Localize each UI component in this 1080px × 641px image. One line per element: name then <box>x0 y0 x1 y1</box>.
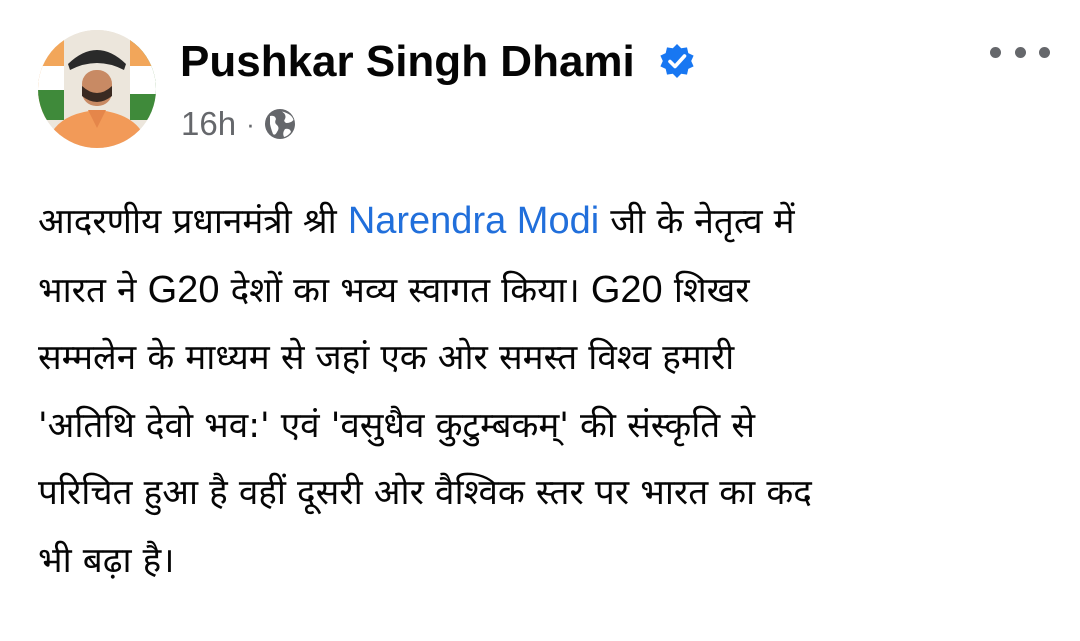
post-text-line: 'अतिथि देवो भव:' एवं 'वसुधैव कुटुम्बकम्'… <box>38 405 756 446</box>
post-timestamp[interactable]: 16h <box>181 105 236 143</box>
post-text: आदरणीय प्रधानमंत्री श्री Narendra Modi ज… <box>38 188 1048 595</box>
post-text-segment: G20 <box>147 268 220 311</box>
post-text-segment: G20 <box>590 268 663 311</box>
meta-separator: · <box>246 108 255 139</box>
post-text-segment: भारत ने <box>38 270 148 311</box>
post-text-line: परिचित हुआ है वहीं दूसरी ओर वैश्विक स्तर… <box>38 473 812 513</box>
post-text-segment: शिखर <box>662 270 750 311</box>
more-horizontal-icon-dot <box>990 46 1001 58</box>
post-text-line: आदरणीय प्रधानमंत्री श्री Narendra Modi ज… <box>38 188 1048 257</box>
mention-link[interactable]: Narendra Modi <box>348 200 599 242</box>
verified-badge-icon <box>659 43 695 79</box>
more-options-button[interactable] <box>990 34 1050 70</box>
globe-icon[interactable] <box>263 107 297 141</box>
avatar-photo <box>38 30 156 148</box>
more-horizontal-icon-dot <box>1014 46 1026 58</box>
post-text-line: भी बढ़ा है। <box>38 540 175 581</box>
author-avatar[interactable] <box>38 30 156 148</box>
post-text-segment: देशों का भव्य स्वागत किया। <box>219 270 591 311</box>
facebook-post: Pushkar Singh Dhami 16h · आदरणीय प्रधानम… <box>0 0 1080 641</box>
post-text-segment: जी के नेतृत्व में <box>599 202 795 242</box>
post-meta: 16h · <box>181 104 297 144</box>
post-text-line: सम्मलेन के माध्यम से जहां एक ओर समस्त वि… <box>38 338 735 378</box>
post-text-segment: आदरणीय प्रधानमंत्री श्री <box>38 202 348 242</box>
post-text-line: भारत ने G20 देशों का भव्य स्वागत किया। G… <box>38 257 1048 326</box>
author-name[interactable]: Pushkar Singh Dhami <box>180 36 635 88</box>
more-horizontal-icon-dot <box>1039 46 1050 58</box>
